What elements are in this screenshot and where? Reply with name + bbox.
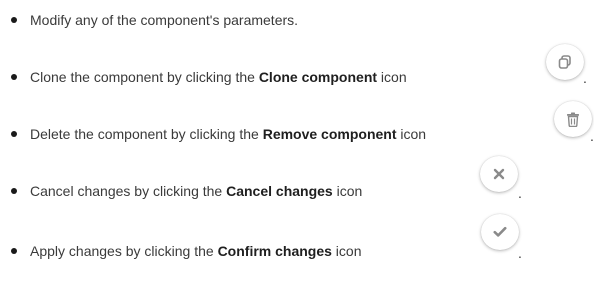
- list-item-text: Clone the component by clicking the Clon…: [30, 69, 407, 85]
- remove-component-label: Remove component: [262, 126, 397, 142]
- bullet: [11, 74, 17, 80]
- bullet: [11, 17, 17, 23]
- confirm-changes-button[interactable]: [481, 214, 519, 250]
- bullet: [11, 248, 17, 254]
- clone-component-label: Clone component: [258, 69, 378, 85]
- bullet: [11, 131, 17, 137]
- trailing-period: .: [518, 185, 522, 201]
- list-item-text: Delete the component by clicking the Rem…: [30, 126, 427, 142]
- trailing-period: .: [518, 245, 522, 261]
- cancel-changes-label: Cancel changes: [226, 183, 333, 199]
- clone-component-button[interactable]: [546, 44, 584, 80]
- list-item-text: Modify any of the component's parameters…: [30, 12, 299, 28]
- check-icon: [493, 226, 507, 237]
- trailing-period: .: [590, 128, 594, 144]
- trailing-period: .: [583, 70, 587, 86]
- close-icon: [493, 168, 505, 180]
- cancel-changes-button[interactable]: [480, 156, 518, 192]
- list-item-text: Apply changes by clicking the Confirm ch…: [30, 243, 362, 259]
- bullet: [11, 188, 17, 194]
- trash-icon: [567, 112, 579, 127]
- remove-component-button[interactable]: [554, 101, 592, 137]
- list-item-text: Cancel changes by clicking the Cancel ch…: [30, 183, 363, 199]
- clone-icon: [558, 55, 571, 69]
- confirm-changes-label: Confirm changes: [217, 243, 332, 259]
